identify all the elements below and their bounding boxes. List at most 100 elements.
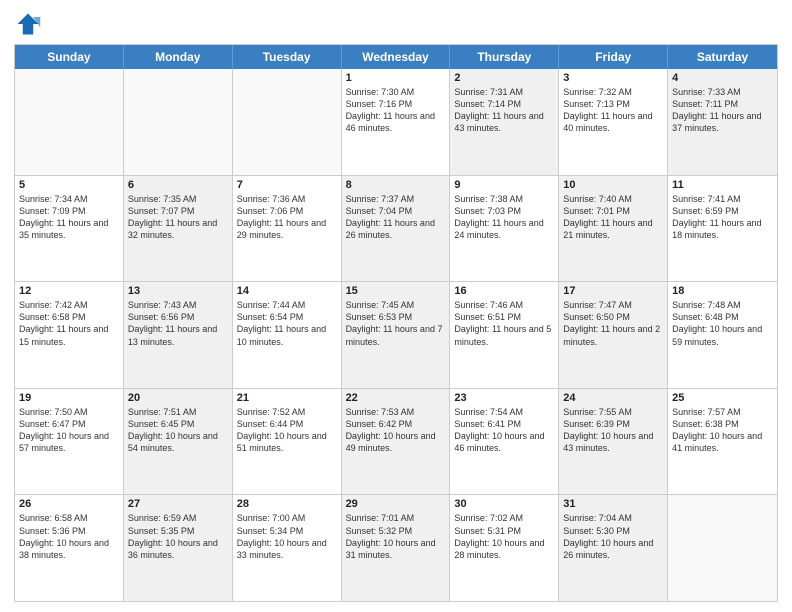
day-number: 3 xyxy=(563,72,663,84)
day-info: Sunrise: 6:58 AM Sunset: 5:36 PM Dayligh… xyxy=(19,512,119,561)
day-info: Sunrise: 7:37 AM Sunset: 7:04 PM Dayligh… xyxy=(346,193,446,242)
calendar: SundayMondayTuesdayWednesdayThursdayFrid… xyxy=(14,44,778,602)
day-info: Sunrise: 7:40 AM Sunset: 7:01 PM Dayligh… xyxy=(563,193,663,242)
calendar-cell: 23 Sunrise: 7:54 AM Sunset: 6:41 PM Dayli… xyxy=(450,389,559,495)
calendar-cell: 13Sunrise: 7:43 AM Sunset: 6:56 PM Dayli… xyxy=(124,282,233,388)
day-number: 5 xyxy=(19,179,119,191)
calendar-header: SundayMondayTuesdayWednesdayThursdayFrid… xyxy=(15,45,777,69)
day-number: 30 xyxy=(454,498,554,510)
page: SundayMondayTuesdayWednesdayThursdayFrid… xyxy=(0,0,792,612)
day-number: 23 xyxy=(454,392,554,404)
day-number: 21 xyxy=(237,392,337,404)
calendar-cell: 14 Sunrise: 7:44 AM Sunset: 6:54 PM Dayli… xyxy=(233,282,342,388)
calendar-cell: 17 Sunrise: 7:47 AM Sunset: 6:50 PM Dayli… xyxy=(559,282,668,388)
day-info: Sunrise: 7:31 AM Sunset: 7:14 PM Dayligh… xyxy=(454,86,554,135)
calendar-cell: 30 Sunrise: 7:02 AM Sunset: 5:31 PM Dayli… xyxy=(450,495,559,601)
calendar-row-1: 5 Sunrise: 7:34 AM Sunset: 7:09 PM Daylig… xyxy=(15,175,777,282)
day-info: Sunrise: 7:33 AM Sunset: 7:11 PM Dayligh… xyxy=(672,86,773,135)
calendar-cell: 31 Sunrise: 7:04 AM Sunset: 5:30 PM Dayli… xyxy=(559,495,668,601)
day-info: Sunrise: 7:41 AM Sunset: 6:59 PM Dayligh… xyxy=(672,193,773,242)
header-cell-wednesday: Wednesday xyxy=(342,45,451,69)
day-info: Sunrise: 7:53 AM Sunset: 6:42 PM Dayligh… xyxy=(346,406,446,455)
day-info: Sunrise: 7:47 AM Sunset: 6:50 PM Dayligh… xyxy=(563,299,663,348)
calendar-cell: 26 Sunrise: 6:58 AM Sunset: 5:36 PM Dayli… xyxy=(15,495,124,601)
day-info: Sunrise: 7:51 AM Sunset: 6:45 PM Dayligh… xyxy=(128,406,228,455)
calendar-row-3: 19 Sunrise: 7:50 AM Sunset: 6:47 PM Dayli… xyxy=(15,388,777,495)
header-cell-saturday: Saturday xyxy=(668,45,777,69)
day-info: Sunrise: 7:32 AM Sunset: 7:13 PM Dayligh… xyxy=(563,86,663,135)
day-number: 2 xyxy=(454,72,554,84)
calendar-row-2: 12Sunrise: 7:42 AM Sunset: 6:58 PM Dayli… xyxy=(15,281,777,388)
day-number: 24 xyxy=(563,392,663,404)
day-number: 26 xyxy=(19,498,119,510)
calendar-cell: 25Sunrise: 7:57 AM Sunset: 6:38 PM Dayli… xyxy=(668,389,777,495)
calendar-cell: 21 Sunrise: 7:52 AM Sunset: 6:44 PM Dayli… xyxy=(233,389,342,495)
day-number: 15 xyxy=(346,285,446,297)
header-cell-monday: Monday xyxy=(124,45,233,69)
calendar-cell xyxy=(124,69,233,175)
day-info: Sunrise: 7:46 AM Sunset: 6:51 PM Dayligh… xyxy=(454,299,554,348)
day-number: 4 xyxy=(672,72,773,84)
calendar-cell: 8 Sunrise: 7:37 AM Sunset: 7:04 PM Daylig… xyxy=(342,176,451,282)
logo-icon xyxy=(14,10,42,38)
day-number: 14 xyxy=(237,285,337,297)
calendar-cell: 10 Sunrise: 7:40 AM Sunset: 7:01 PM Dayli… xyxy=(559,176,668,282)
day-number: 28 xyxy=(237,498,337,510)
calendar-cell: 20 Sunrise: 7:51 AM Sunset: 6:45 PM Dayli… xyxy=(124,389,233,495)
calendar-cell: 15Sunrise: 7:45 AM Sunset: 6:53 PM Dayli… xyxy=(342,282,451,388)
calendar-cell: 5 Sunrise: 7:34 AM Sunset: 7:09 PM Daylig… xyxy=(15,176,124,282)
calendar-cell: 1Sunrise: 7:30 AM Sunset: 7:16 PM Daylig… xyxy=(342,69,451,175)
calendar-row-4: 26 Sunrise: 6:58 AM Sunset: 5:36 PM Dayli… xyxy=(15,494,777,601)
calendar-cell: 3 Sunrise: 7:32 AM Sunset: 7:13 PM Daylig… xyxy=(559,69,668,175)
day-number: 19 xyxy=(19,392,119,404)
day-info: Sunrise: 7:02 AM Sunset: 5:31 PM Dayligh… xyxy=(454,512,554,561)
day-info: Sunrise: 7:35 AM Sunset: 7:07 PM Dayligh… xyxy=(128,193,228,242)
calendar-cell: 24 Sunrise: 7:55 AM Sunset: 6:39 PM Dayli… xyxy=(559,389,668,495)
day-info: Sunrise: 7:01 AM Sunset: 5:32 PM Dayligh… xyxy=(346,512,446,561)
day-info: Sunrise: 7:48 AM Sunset: 6:48 PM Dayligh… xyxy=(672,299,773,348)
calendar-body: 1Sunrise: 7:30 AM Sunset: 7:16 PM Daylig… xyxy=(15,69,777,601)
day-number: 6 xyxy=(128,179,228,191)
header-cell-friday: Friday xyxy=(559,45,668,69)
day-info: Sunrise: 7:54 AM Sunset: 6:41 PM Dayligh… xyxy=(454,406,554,455)
day-number: 18 xyxy=(672,285,773,297)
day-number: 25 xyxy=(672,392,773,404)
calendar-cell: 2 Sunrise: 7:31 AM Sunset: 7:14 PM Daylig… xyxy=(450,69,559,175)
day-info: Sunrise: 7:42 AM Sunset: 6:58 PM Dayligh… xyxy=(19,299,119,348)
calendar-cell: 16Sunrise: 7:46 AM Sunset: 6:51 PM Dayli… xyxy=(450,282,559,388)
logo xyxy=(14,10,46,38)
day-number: 8 xyxy=(346,179,446,191)
day-number: 11 xyxy=(672,179,773,191)
day-info: Sunrise: 7:00 AM Sunset: 5:34 PM Dayligh… xyxy=(237,512,337,561)
day-number: 17 xyxy=(563,285,663,297)
day-info: Sunrise: 7:50 AM Sunset: 6:47 PM Dayligh… xyxy=(19,406,119,455)
calendar-cell: 4 Sunrise: 7:33 AM Sunset: 7:11 PM Daylig… xyxy=(668,69,777,175)
day-number: 20 xyxy=(128,392,228,404)
day-number: 22 xyxy=(346,392,446,404)
day-info: Sunrise: 7:55 AM Sunset: 6:39 PM Dayligh… xyxy=(563,406,663,455)
calendar-cell xyxy=(233,69,342,175)
day-info: Sunrise: 7:36 AM Sunset: 7:06 PM Dayligh… xyxy=(237,193,337,242)
calendar-cell: 9Sunrise: 7:38 AM Sunset: 7:03 PM Daylig… xyxy=(450,176,559,282)
calendar-cell: 6 Sunrise: 7:35 AM Sunset: 7:07 PM Daylig… xyxy=(124,176,233,282)
day-info: Sunrise: 6:59 AM Sunset: 5:35 PM Dayligh… xyxy=(128,512,228,561)
day-number: 9 xyxy=(454,179,554,191)
calendar-cell: 28 Sunrise: 7:00 AM Sunset: 5:34 PM Dayli… xyxy=(233,495,342,601)
day-info: Sunrise: 7:04 AM Sunset: 5:30 PM Dayligh… xyxy=(563,512,663,561)
day-info: Sunrise: 7:34 AM Sunset: 7:09 PM Dayligh… xyxy=(19,193,119,242)
calendar-row-0: 1Sunrise: 7:30 AM Sunset: 7:16 PM Daylig… xyxy=(15,69,777,175)
header-cell-sunday: Sunday xyxy=(15,45,124,69)
calendar-cell: 19 Sunrise: 7:50 AM Sunset: 6:47 PM Dayli… xyxy=(15,389,124,495)
calendar-cell: 29Sunrise: 7:01 AM Sunset: 5:32 PM Dayli… xyxy=(342,495,451,601)
calendar-cell: 12Sunrise: 7:42 AM Sunset: 6:58 PM Dayli… xyxy=(15,282,124,388)
calendar-cell xyxy=(668,495,777,601)
day-number: 7 xyxy=(237,179,337,191)
header-cell-tuesday: Tuesday xyxy=(233,45,342,69)
day-number: 31 xyxy=(563,498,663,510)
day-info: Sunrise: 7:44 AM Sunset: 6:54 PM Dayligh… xyxy=(237,299,337,348)
header-cell-thursday: Thursday xyxy=(450,45,559,69)
day-number: 10 xyxy=(563,179,663,191)
day-info: Sunrise: 7:52 AM Sunset: 6:44 PM Dayligh… xyxy=(237,406,337,455)
header xyxy=(14,10,778,38)
day-number: 27 xyxy=(128,498,228,510)
